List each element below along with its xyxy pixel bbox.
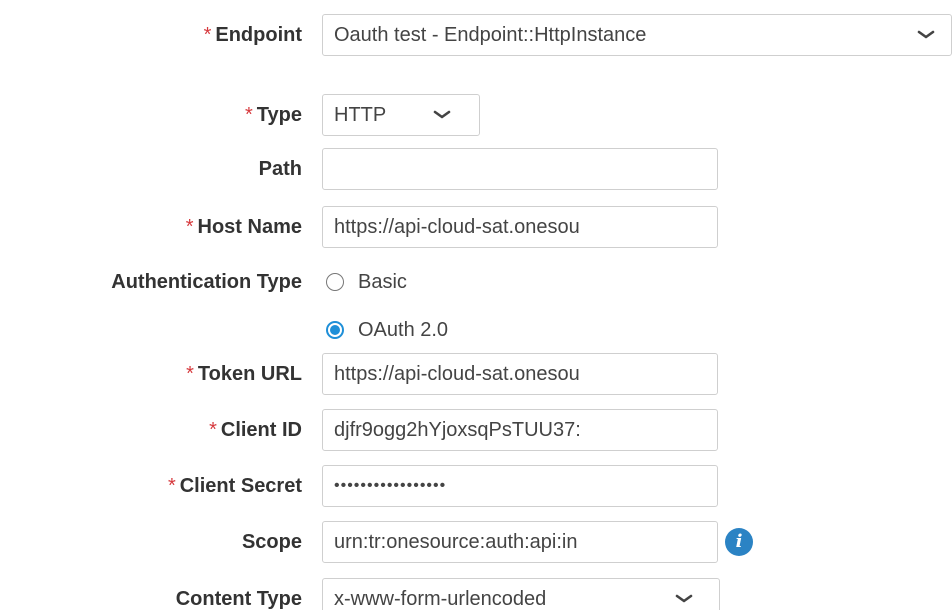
scope-input[interactable]: urn:tr:onesource:auth:api:in [322, 521, 718, 563]
token-url-label: * Token URL [186, 351, 302, 397]
type-label-text: Type [256, 104, 302, 126]
radio-oauth-label: OAuth 2.0 [358, 318, 449, 341]
client-secret-label-text: Client Secret [179, 475, 302, 497]
type-row: * Type HTTP [0, 92, 952, 138]
host-name-label-text: Host Name [197, 216, 302, 238]
info-icon[interactable]: i [725, 528, 753, 556]
host-name-label: * Host Name [186, 204, 302, 250]
chevron-down-icon [433, 95, 453, 135]
radio-oauth-circle[interactable] [326, 321, 344, 339]
token-url-label-text: Token URL [197, 363, 302, 385]
required-marker: * [203, 24, 212, 46]
client-id-input[interactable]: djfr9ogg2hYjoxsqPsTUU37: [322, 409, 718, 451]
radio-basic-label: Basic [358, 270, 407, 293]
host-name-row: * Host Name https://api-cloud-sat.onesou [0, 204, 952, 250]
path-label: Path [258, 158, 302, 180]
chevron-down-icon [675, 579, 695, 610]
scope-row: Scope urn:tr:onesource:auth:api:in i [0, 519, 952, 565]
clipped-top-text [0, 0, 8, 8]
required-marker: * [186, 363, 194, 385]
client-id-label-text: Client ID [220, 419, 302, 441]
content-type-label: Content Type [175, 588, 302, 610]
path-row: Path [0, 146, 952, 192]
content-type-select[interactable]: x-www-form-urlencoded [322, 578, 720, 610]
path-input[interactable] [322, 148, 718, 190]
authentication-type-label: Authentication Type [111, 271, 302, 293]
token-url-row: * Token URL https://api-cloud-sat.onesou [0, 351, 952, 397]
http-endpoint-form: * Endpoint Oauth test - Endpoint::HttpIns… [0, 0, 952, 610]
scope-label: Scope [241, 531, 302, 553]
required-marker: * [167, 475, 176, 497]
token-url-input[interactable]: https://api-cloud-sat.onesou [322, 353, 718, 395]
authentication-oauth-row: OAuth 2.0 [0, 307, 952, 353]
client-secret-input[interactable]: ••••••••••••••••• [322, 465, 718, 507]
type-label: * Type [245, 92, 302, 138]
client-secret-row: * Client Secret ••••••••••••••••• [0, 463, 952, 509]
endpoint-label-text: Endpoint [215, 24, 302, 46]
client-id-label: * Client ID [209, 407, 302, 453]
type-select-value: HTTP [334, 104, 387, 126]
required-marker: * [209, 419, 217, 441]
content-type-select-value: x-www-form-urlencoded [334, 588, 547, 610]
type-select[interactable]: HTTP [322, 94, 480, 136]
endpoint-select-value: Oauth test - Endpoint::HttpInstance [334, 24, 647, 46]
radio-basic[interactable]: Basic [322, 259, 407, 305]
required-marker: * [245, 104, 253, 126]
endpoint-select[interactable]: Oauth test - Endpoint::HttpInstance [322, 14, 952, 56]
required-marker: * [185, 216, 194, 238]
endpoint-row: * Endpoint Oauth test - Endpoint::HttpIns… [0, 12, 952, 58]
endpoint-label: * Endpoint [204, 12, 302, 58]
content-type-row: Content Type x-www-form-urlencoded [0, 576, 952, 610]
client-id-row: * Client ID djfr9ogg2hYjoxsqPsTUU37: [0, 407, 952, 453]
radio-basic-circle[interactable] [326, 273, 344, 291]
client-secret-label: * Client Secret [168, 463, 302, 509]
radio-oauth[interactable]: OAuth 2.0 [322, 307, 448, 353]
authentication-type-row: Authentication Type Basic [0, 259, 952, 305]
host-name-input[interactable]: https://api-cloud-sat.onesou [322, 206, 718, 248]
chevron-down-icon [917, 15, 937, 55]
